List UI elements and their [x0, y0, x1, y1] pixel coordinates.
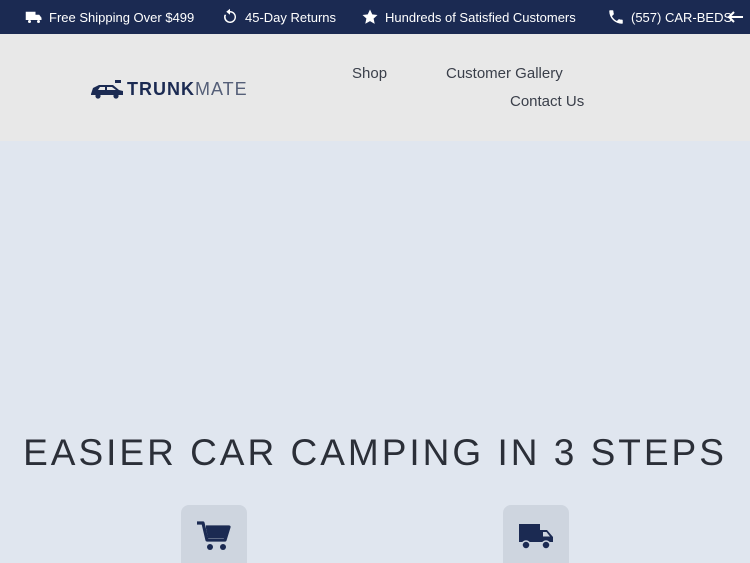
nav-shop[interactable]: Shop: [352, 65, 387, 82]
page-title: EASIER CAR CAMPING IN 3 STEPS: [23, 432, 727, 473]
logo-text: TRUNKMATE: [127, 79, 248, 100]
free-shipping-text: Free Shipping Over $499: [49, 9, 195, 25]
returns-text: 45-Day Returns: [245, 9, 337, 25]
step-card-shop: [181, 505, 247, 563]
nav-contact-us[interactable]: Contact Us: [510, 93, 584, 110]
customers-notice: Hundreds of Satisfied Customers: [361, 0, 576, 34]
announcement-bar: Free Shipping Over $499 45-Day Returns H…: [0, 0, 750, 34]
car-icon: [91, 80, 123, 99]
truck-icon: [25, 11, 42, 23]
star-icon: [362, 9, 378, 24]
phone-link[interactable]: (557) CAR-BEDS: [607, 0, 732, 34]
undo-icon: [224, 8, 237, 23]
logo-text-light: MATE: [195, 78, 248, 99]
site-logo[interactable]: TRUNKMATE: [89, 78, 248, 100]
step-card-ship: [503, 505, 569, 563]
returns-notice: 45-Day Returns: [221, 0, 336, 34]
phone-icon: [609, 10, 623, 24]
phone-text: (557) CAR-BEDS: [631, 9, 733, 25]
logo-text-bold: TRUNK: [127, 78, 195, 99]
truck-icon: [519, 524, 553, 550]
arrow-left-icon[interactable]: [726, 9, 744, 25]
customers-text: Hundreds of Satisfied Customers: [385, 9, 576, 25]
cart-icon: [197, 521, 231, 550]
free-shipping-notice: Free Shipping Over $499: [25, 0, 194, 34]
nav-customer-gallery[interactable]: Customer Gallery: [446, 65, 563, 82]
